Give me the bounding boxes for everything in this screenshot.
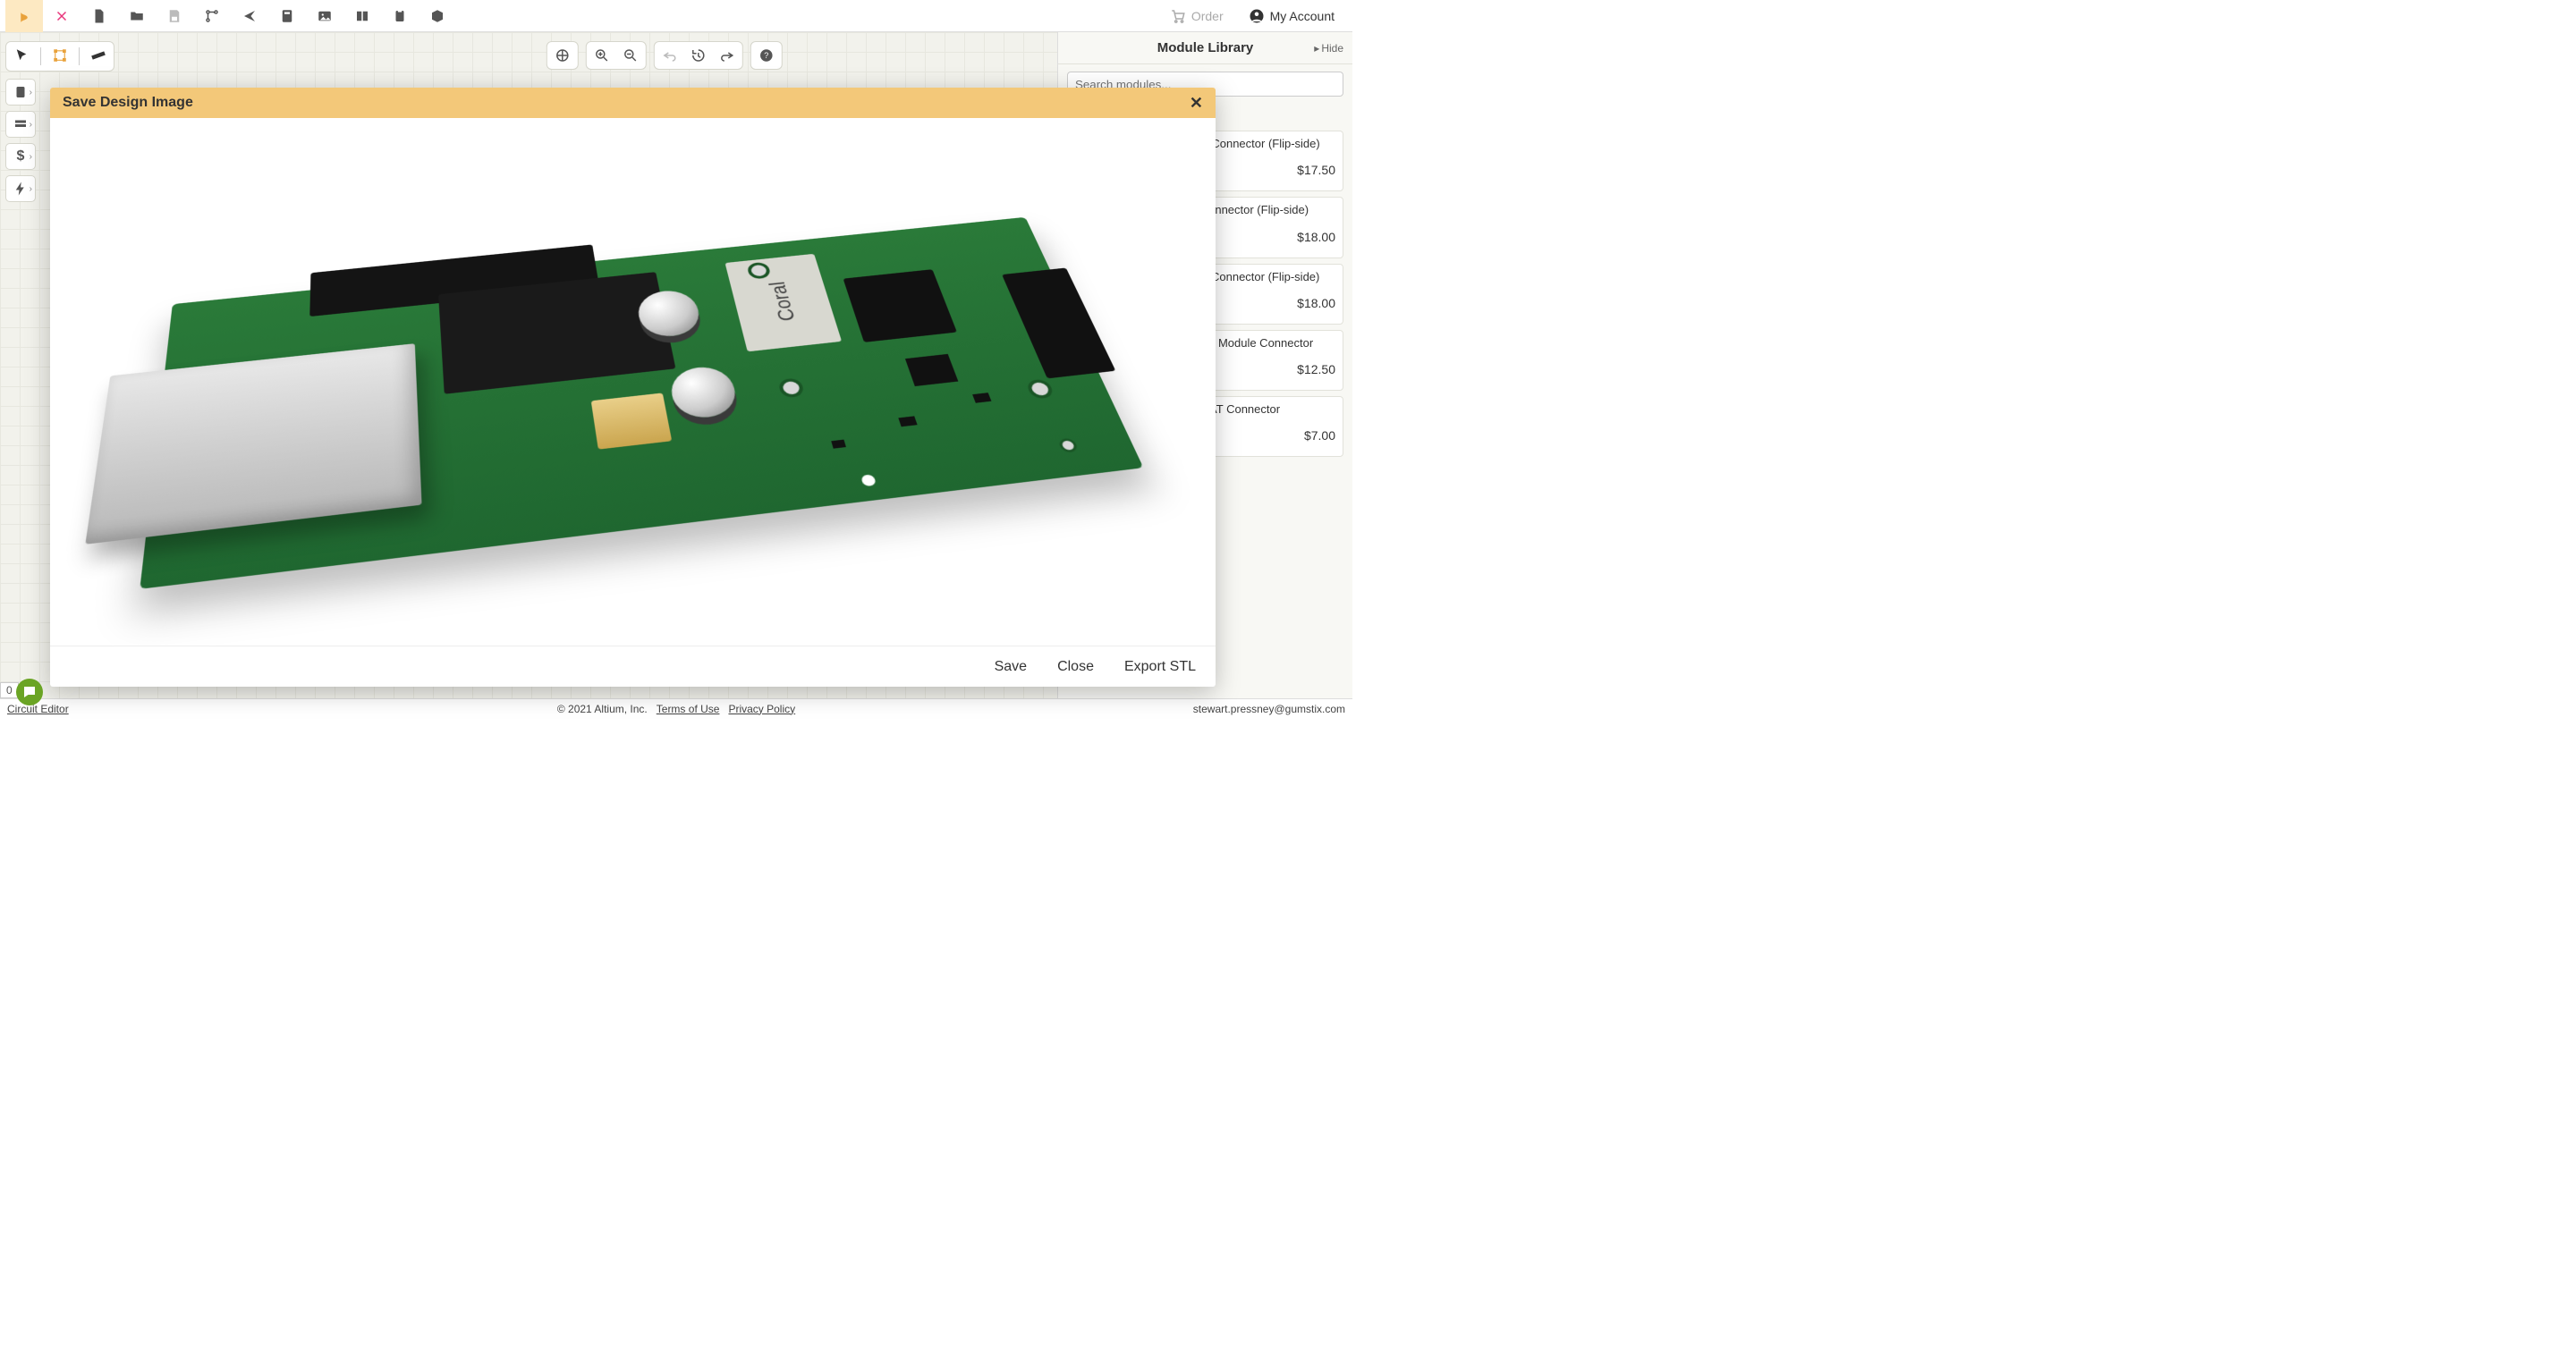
circuit-editor-link[interactable]: Circuit Editor bbox=[7, 703, 69, 715]
modal-body[interactable]: Coral bbox=[50, 118, 1216, 646]
terms-link[interactable]: Terms of Use bbox=[657, 703, 720, 715]
logo-icon[interactable] bbox=[5, 0, 43, 32]
modal-header: Save Design Image ✕ bbox=[50, 88, 1216, 118]
package-icon[interactable] bbox=[419, 0, 456, 32]
privacy-link[interactable]: Privacy Policy bbox=[728, 703, 795, 715]
save-button[interactable]: Save bbox=[995, 659, 1027, 675]
svg-text:?: ? bbox=[764, 51, 768, 60]
module-price: $18.00 bbox=[1297, 230, 1335, 244]
zoom-out-icon[interactable] bbox=[621, 46, 640, 65]
open-folder-icon[interactable] bbox=[118, 0, 156, 32]
modal-footer: Save Close Export STL bbox=[50, 646, 1216, 687]
branch-icon[interactable] bbox=[193, 0, 231, 32]
module-price: $12.50 bbox=[1297, 362, 1335, 376]
zoom-in-icon[interactable] bbox=[592, 46, 612, 65]
calculator-icon[interactable] bbox=[268, 0, 306, 32]
book-icon[interactable] bbox=[343, 0, 381, 32]
module-price: $17.50 bbox=[1297, 163, 1335, 177]
pricing-tool[interactable]: $› bbox=[5, 143, 36, 170]
order-link[interactable]: Order bbox=[1157, 8, 1236, 24]
toolbar-separator bbox=[79, 47, 80, 65]
share-icon[interactable] bbox=[231, 0, 268, 32]
pointer-icon[interactable] bbox=[13, 47, 30, 66]
module-price: $18.00 bbox=[1297, 296, 1335, 310]
save-design-image-modal: Save Design Image ✕ Coral Save Close bbox=[50, 88, 1216, 687]
new-file-icon[interactable] bbox=[80, 0, 118, 32]
hide-label: Hide bbox=[1321, 42, 1343, 55]
order-label: Order bbox=[1191, 9, 1224, 23]
clipboard-tool[interactable]: › bbox=[5, 79, 36, 106]
selection-toolbar bbox=[5, 41, 114, 72]
close-icon[interactable]: ✕ bbox=[1190, 94, 1203, 113]
save-icon[interactable] bbox=[156, 0, 193, 32]
copyright: © 2021 Altium, Inc. bbox=[557, 703, 648, 715]
history-icon[interactable] bbox=[689, 46, 708, 65]
redo-icon[interactable] bbox=[717, 46, 737, 65]
tools-icon[interactable] bbox=[43, 0, 80, 32]
ruler-icon[interactable] bbox=[90, 47, 106, 66]
module-price: $7.00 bbox=[1304, 428, 1335, 443]
pcb-3d-preview: Coral bbox=[140, 217, 1143, 589]
layers-tool[interactable]: › bbox=[5, 111, 36, 138]
hide-panel-button[interactable]: ▸ Hide bbox=[1314, 42, 1343, 55]
user-email: stewart.pressney@gumstix.com bbox=[1193, 703, 1345, 715]
close-button[interactable]: Close bbox=[1057, 659, 1094, 675]
image-icon[interactable] bbox=[306, 0, 343, 32]
user-icon bbox=[1249, 8, 1265, 24]
clipboard-icon[interactable] bbox=[381, 0, 419, 32]
account-label: My Account bbox=[1270, 9, 1335, 23]
module-library-title: Module Library bbox=[1157, 40, 1254, 55]
component-select-icon[interactable] bbox=[52, 47, 68, 66]
cart-icon bbox=[1170, 8, 1186, 24]
account-link[interactable]: My Account bbox=[1236, 8, 1347, 24]
status-bar: Circuit Editor © 2021 Altium, Inc. Terms… bbox=[0, 698, 1352, 718]
help-icon[interactable]: ? bbox=[757, 46, 776, 65]
top-toolbar: Order My Account bbox=[0, 0, 1352, 32]
undo-icon[interactable] bbox=[660, 46, 680, 65]
chat-bubble-icon[interactable] bbox=[16, 679, 43, 705]
toolbar-separator bbox=[40, 47, 41, 65]
view-toolbar: ? bbox=[547, 41, 783, 70]
rotate-3d-icon[interactable] bbox=[553, 46, 572, 65]
left-tool-column: › › $› › bbox=[5, 79, 36, 202]
export-stl-button[interactable]: Export STL bbox=[1124, 659, 1196, 675]
power-tool[interactable]: › bbox=[5, 175, 36, 202]
modal-title: Save Design Image bbox=[63, 95, 193, 111]
